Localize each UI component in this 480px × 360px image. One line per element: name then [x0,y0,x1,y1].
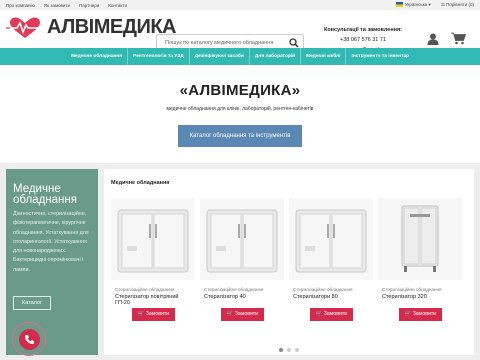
compare-link[interactable]: ⚖ Порівняти (0) [441,2,474,8]
carousel-dot[interactable] [287,348,291,352]
product-card[interactable]: Стерилізаційне обладнання Стерилізатор 4… [200,198,284,330]
top-links: Про компанію Як замовити Партнери Контак… [6,3,127,8]
product-image[interactable] [378,198,462,280]
cart-icon: 🛒 [137,311,146,317]
hero: «АЛВІМЕДИКА» медичне обладнання для клін… [0,78,480,147]
logo[interactable]: АЛВІМЕДИКА [6,16,177,39]
product-name[interactable]: Стерилізатор 320 [382,294,427,300]
hero-title: «АЛВІМЕДИКА» [179,82,301,99]
product-card[interactable]: Стерилізаційне обладнання Стерилізатори … [289,198,373,330]
fab-inner [18,328,40,350]
top-bar: Про компанію Як замовити Партнери Контак… [0,0,480,10]
product-name[interactable]: Стерилізатор повітряний ГП-20 [115,294,178,306]
product-name[interactable]: Стерилізатор 40 [204,294,246,300]
order-button[interactable]: 🛒 Замовити [221,308,264,321]
products-section: Медичне обладнання Діагностичне, стериліз… [0,163,480,360]
cart-icon: 🛒 [404,311,413,317]
product-image[interactable] [200,198,284,280]
top-link-contacts[interactable]: Контакти [108,3,127,8]
product-card[interactable]: Стерилізаційне обладнання Стерилізатор п… [111,198,195,330]
promo-catalog-button[interactable]: Каталог [13,296,51,310]
product-category: Стерилізаційне обладнання [204,287,264,292]
top-link-partners[interactable]: Партнери [79,3,99,8]
products-panel: Медичне обладнання Стерилізаційне обладн… [104,169,474,355]
carousel-dot[interactable] [295,348,299,352]
product-image[interactable] [111,198,195,280]
phone-icon [24,334,34,344]
carousel-dot[interactable] [279,348,283,352]
hero-subtitle: медичне обладнання для клінік, лаборатор… [166,106,314,112]
order-button[interactable]: 🛒 Замовити [399,308,442,321]
cart-icon: 🛒 [315,311,324,317]
chevron-down-icon: ▾ [427,2,431,7]
header: АЛВІМЕДИКА Пошук по каталогу медичного о… [0,10,480,53]
promo-title: Медичне обладнання [13,183,77,206]
product-category: Стерилізаційне обладнання [382,287,442,292]
products-title: Медичне обладнання [111,180,170,186]
cart-icon: 🛒 [226,311,235,317]
language-selector[interactable]: Українська ▾ [395,2,431,8]
contacts-title: Консультації та замовлення: [323,27,403,33]
nav-item-disinfectants[interactable]: Дезінфікуючі засоби [190,48,250,65]
nav-item-laboratories[interactable]: Для лабораторій [250,48,302,65]
floating-contact-button[interactable] [12,322,46,356]
phone-number[interactable]: +38 067 576 31 71 [322,35,404,45]
product-category: Стерилізаційне обладнання [293,287,353,292]
ukraine-flag-icon [395,2,403,8]
product-category: Стерилізаційне обладнання [115,287,175,292]
heart-pulse-logo-icon [6,17,44,38]
main-nav: Медичне обладнання Рентгенологія та УЗД … [0,48,480,65]
product-name[interactable]: Стерилізатори 80 [293,294,338,300]
order-button[interactable]: 🛒 Замовити [310,308,353,321]
product-image[interactable] [289,198,373,280]
carousel-dots [104,339,474,357]
product-card[interactable]: Стерилізаційне обладнання Стерилізатор 3… [378,198,462,330]
nav-item-medical-equipment[interactable]: Медичне обладнання [66,48,129,65]
top-right: Українська ▾ ⚖ Порівняти (0) [395,2,474,8]
nav-item-furniture[interactable]: Медичні меблі [301,48,347,65]
order-button[interactable]: 🛒 Замовити [132,308,175,321]
nav-item-radiology[interactable]: Рентгенологія та УЗД [128,48,190,65]
nav-item-instruments[interactable]: Інструменти та інвентар [346,48,413,65]
promo-description: Діагностичне, стерилізаційне, фізіотерап… [13,211,89,273]
search-placeholder: Пошук по каталогу медичного обладнання [165,40,274,46]
catalog-button[interactable]: Каталог обладнання та інструментів [178,125,302,147]
top-link-how-to-order[interactable]: Як замовити [44,3,70,8]
top-link-about[interactable]: Про компанію [6,3,35,8]
